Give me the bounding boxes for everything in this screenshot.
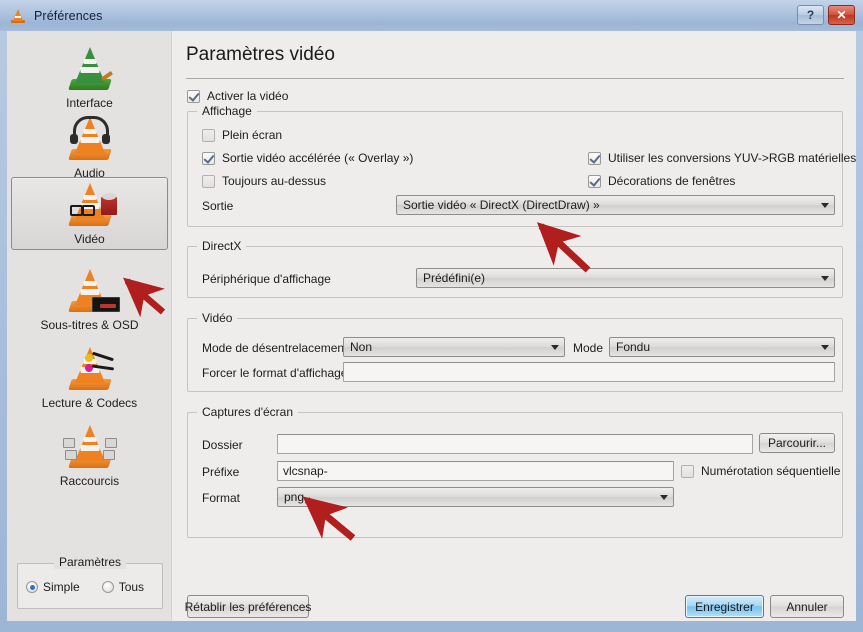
sidebar: Interface Audio Vidéo Sous-titres & OSD …	[7, 31, 172, 621]
browse-button[interactable]: Parcourir...	[759, 433, 835, 453]
help-button[interactable]: ?	[797, 5, 824, 25]
window-title: Préférences	[34, 8, 103, 23]
checkbox-icon[interactable]	[187, 89, 200, 103]
window-decorations-label: Décorations de fenêtres	[608, 174, 736, 188]
dialog-body: Interface Audio Vidéo Sous-titres & OSD …	[7, 31, 856, 621]
settings-mode-simple[interactable]: Simple	[26, 580, 80, 594]
sidebar-item-label: Lecture & Codecs	[41, 396, 138, 410]
fullscreen-label: Plein écran	[222, 128, 283, 142]
deinterlace-mode-label: Mode	[573, 341, 604, 355]
close-button[interactable]: ✕	[828, 5, 855, 25]
sidebar-item-interface[interactable]: Interface	[11, 37, 168, 113]
display-group: Affichage Plein écran Sortie vidéo accél…	[187, 104, 856, 227]
yuv-rgb-label: Utiliser les conversions YUV->RGB matéri…	[608, 151, 856, 165]
chevron-down-icon[interactable]	[655, 488, 673, 506]
window-titlebar: Préférences ? ✕	[0, 0, 863, 31]
sidebar-item-subtitles[interactable]: Sous-titres & OSD	[11, 259, 168, 335]
aspect-ratio-input[interactable]	[343, 362, 835, 382]
display-group-title: Affichage	[197, 104, 257, 118]
format-combo-value: png	[284, 490, 305, 504]
main-panel: Paramètres vidéo Activer la vidéo Affich…	[173, 31, 856, 621]
fullscreen-checkbox[interactable]: Plein écran	[202, 128, 282, 142]
yuv-rgb-checkbox[interactable]: Utiliser les conversions YUV->RGB matéri…	[588, 151, 856, 165]
checkbox-icon[interactable]	[681, 464, 694, 478]
settings-mode-simple-label: Simple	[43, 580, 80, 594]
checkbox-icon[interactable]	[202, 151, 215, 165]
vlc-cone-subtitles-icon	[61, 264, 120, 316]
cancel-button[interactable]: Annuler	[770, 595, 844, 618]
chevron-down-icon[interactable]	[816, 269, 834, 287]
vlc-cone-headphones-icon	[61, 112, 119, 164]
sidebar-item-playback[interactable]: Lecture & Codecs	[11, 337, 168, 413]
enable-video-checkbox[interactable]: Activer la vidéo	[187, 89, 288, 103]
snapshot-group-title: Captures d'écran	[197, 405, 299, 419]
vlc-cone-keys-icon	[61, 420, 119, 472]
checkbox-icon[interactable]	[588, 151, 601, 165]
sidebar-item-label: Vidéo	[74, 232, 105, 246]
sidebar-item-hotkeys[interactable]: Raccourcis	[11, 415, 168, 491]
display-device-combo[interactable]: Prédéfini(e)	[416, 268, 835, 288]
video-group: Vidéo Mode de désentrelacement Non Mode …	[187, 311, 843, 392]
overlay-label: Sortie vidéo accélérée (« Overlay »)	[222, 151, 414, 165]
output-combo-value: Sortie vidéo « DirectX (DirectDraw) »	[403, 198, 600, 212]
deinterlace-combo[interactable]: Non	[343, 337, 565, 357]
deinterlace-mode-value: Fondu	[616, 340, 651, 354]
vlc-cone-cables-icon	[61, 342, 119, 394]
snapshot-folder-input[interactable]	[277, 434, 753, 454]
settings-mode-group: Paramètres Simple Tous	[17, 555, 163, 609]
settings-mode-title: Paramètres	[54, 555, 127, 569]
vlc-cone-film-icon	[61, 183, 119, 230]
format-combo[interactable]: png	[277, 487, 674, 507]
sidebar-item-label: Raccourcis	[59, 474, 120, 488]
snapshot-group: Captures d'écran Dossier Parcourir... Pr…	[187, 405, 843, 538]
vlc-cone-interface-icon	[61, 42, 119, 94]
directx-group: DirectX Périphérique d'affichage Prédéfi…	[187, 239, 843, 298]
snapshot-format-label: Format	[202, 491, 241, 505]
reset-preferences-button[interactable]: Rétablir les préférences	[185, 595, 311, 618]
output-label: Sortie	[202, 199, 234, 213]
sequential-numbering-label: Numérotation séquentielle	[701, 464, 841, 478]
sidebar-item-audio[interactable]: Audio	[11, 107, 168, 183]
checkbox-icon[interactable]	[202, 128, 215, 142]
radio-simple-icon[interactable]	[26, 581, 38, 593]
window-decorations-checkbox[interactable]: Décorations de fenêtres	[588, 174, 735, 188]
chevron-down-icon[interactable]	[816, 338, 834, 356]
settings-mode-all-label: Tous	[118, 580, 145, 594]
radio-all-icon[interactable]	[101, 581, 114, 593]
vlc-cone-icon	[10, 8, 26, 24]
snapshot-folder-label: Dossier	[202, 438, 243, 452]
title-separator	[186, 78, 844, 79]
directx-group-title: DirectX	[197, 239, 247, 253]
always-on-top-checkbox[interactable]: Toujours au-dessus	[202, 174, 326, 188]
snapshot-prefix-label: Préfixe	[202, 465, 240, 479]
output-combo[interactable]: Sortie vidéo « DirectX (DirectDraw) »	[396, 195, 835, 215]
video-group-title: Vidéo	[197, 311, 238, 325]
sidebar-item-label: Sous-titres & OSD	[40, 318, 139, 332]
overlay-checkbox[interactable]: Sortie vidéo accélérée (« Overlay »)	[202, 151, 413, 165]
settings-mode-all[interactable]: Tous	[101, 580, 145, 594]
sidebar-item-video[interactable]: Vidéo	[11, 177, 168, 250]
aspect-ratio-label: Forcer le format d'affichage	[202, 366, 348, 380]
preferences-window: Préférences ? ✕ Interface Audio Vidéo So…	[0, 0, 863, 632]
display-device-label: Périphérique d'affichage	[202, 272, 331, 286]
snapshot-prefix-input[interactable]: vlcsnap-	[277, 461, 674, 481]
deinterlace-label: Mode de désentrelacement	[202, 341, 348, 355]
save-button[interactable]: Enregistrer	[685, 595, 764, 618]
deinterlace-mode-combo[interactable]: Fondu	[609, 337, 835, 357]
checkbox-icon[interactable]	[202, 174, 215, 188]
checkbox-icon[interactable]	[588, 174, 601, 188]
enable-video-label: Activer la vidéo	[207, 89, 289, 103]
sequential-numbering-checkbox[interactable]: Numérotation séquentielle	[681, 464, 840, 478]
page-title: Paramètres vidéo	[186, 44, 335, 65]
chevron-down-icon[interactable]	[546, 338, 564, 356]
deinterlace-value: Non	[350, 340, 373, 354]
window-controls: ? ✕	[797, 5, 855, 25]
always-on-top-label: Toujours au-dessus	[222, 174, 327, 188]
chevron-down-icon[interactable]	[816, 196, 834, 214]
display-device-value: Prédéfini(e)	[423, 271, 486, 285]
